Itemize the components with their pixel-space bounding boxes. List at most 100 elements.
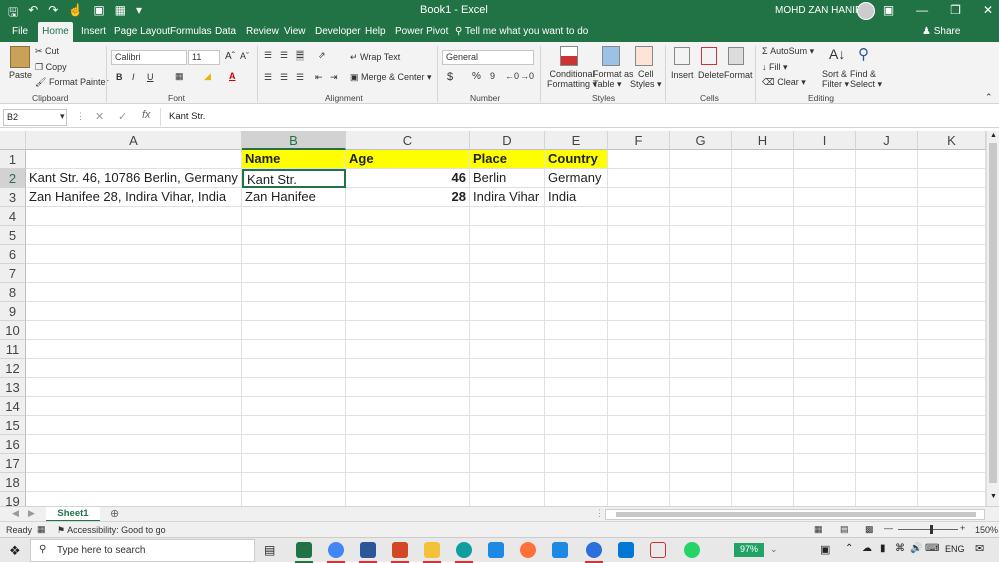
empty-cell[interactable] [732,340,794,359]
cell-A2[interactable]: Kant Str. 46, 10786 Berlin, Germany [26,169,242,188]
empty-cell[interactable] [794,169,856,188]
empty-cell[interactable] [608,340,670,359]
empty-cell[interactable] [346,473,470,492]
notification-icon[interactable]: ✉ [975,542,984,555]
empty-cell[interactable] [26,302,242,321]
empty-cell[interactable] [670,416,732,435]
empty-cell[interactable] [545,378,608,397]
empty-cell[interactable] [608,264,670,283]
column-header-D[interactable]: D [470,131,545,150]
empty-cell[interactable] [26,264,242,283]
row-header-10[interactable]: 10 [0,321,26,340]
decrease-decimal-icon[interactable]: →0 [520,71,534,81]
empty-cell[interactable] [346,435,470,454]
empty-cell[interactable] [470,397,545,416]
format-cells-icon[interactable] [728,47,744,65]
row-header-11[interactable]: 11 [0,340,26,359]
worksheet-grid[interactable]: A B C D E F G H I J K 1 2 3 4 5 6 7 8 9 10 11 12 13 1… [0,131,986,506]
empty-cell[interactable] [794,283,856,302]
file-explorer-taskbar-icon[interactable] [424,542,440,558]
word-taskbar-icon[interactable] [360,542,376,558]
empty-cell[interactable] [608,416,670,435]
cell-C1[interactable]: Age [346,150,470,169]
align-middle-icon[interactable]: ☰ [280,50,288,61]
empty-cell[interactable] [856,302,918,321]
empty-cell[interactable] [545,283,608,302]
empty-cell[interactable] [608,492,670,506]
empty-cell[interactable] [26,245,242,264]
empty-cell[interactable] [918,397,986,416]
wrap-text-button[interactable]: ↵ Wrap Text [350,52,400,63]
row-header-7[interactable]: 7 [0,264,26,283]
empty-cell[interactable] [918,416,986,435]
empty-cell[interactable] [918,150,986,169]
empty-cell[interactable] [670,169,732,188]
empty-cell[interactable] [918,340,986,359]
snipping-tool-taskbar-icon[interactable] [650,542,666,558]
row-header-6[interactable]: 6 [0,245,26,264]
empty-cell[interactable] [346,283,470,302]
empty-cell[interactable] [608,245,670,264]
show-hidden-icons[interactable]: ⌃ [845,543,853,554]
empty-cell[interactable] [794,473,856,492]
empty-cell[interactable] [670,435,732,454]
zoom-out-icon[interactable]: — [884,523,893,533]
empty-cell[interactable] [608,188,670,207]
currency-icon[interactable]: $ [447,71,453,83]
normal-view-icon[interactable]: ▦ [814,524,823,535]
taskbar-search[interactable]: ⚲ Type here to search [30,539,255,562]
comma-style-icon[interactable]: 9 [490,71,495,81]
cell-A3[interactable]: Zan Hanifee 28, Indira Vihar, India [26,188,242,207]
column-header-E[interactable]: E [545,131,608,150]
cell-styles-button[interactable]: Cell Styles ▾ [630,69,662,89]
empty-cell[interactable] [545,492,608,506]
empty-cell[interactable] [470,473,545,492]
wifi-icon[interactable]: ⌘ [895,543,905,554]
increase-indent-icon[interactable]: ⇥ [330,72,338,83]
align-right-icon[interactable]: ☰ [296,72,304,83]
empty-cell[interactable] [545,397,608,416]
empty-cell[interactable] [26,473,242,492]
sheet-tab-sheet1[interactable]: Sheet1 [46,507,100,522]
select-all-corner[interactable] [0,131,26,150]
align-bottom-icon[interactable]: ☰ [296,50,305,61]
empty-cell[interactable] [242,378,346,397]
battery-percent[interactable]: 97% [734,543,764,557]
column-header-B[interactable]: B [242,131,346,150]
l-app-taskbar-icon[interactable] [552,542,568,558]
empty-cell[interactable] [242,340,346,359]
empty-cell[interactable] [670,378,732,397]
empty-cell[interactable] [794,188,856,207]
row-header-3[interactable]: 3 [0,188,26,207]
empty-cell[interactable] [918,473,986,492]
empty-cell[interactable] [26,435,242,454]
empty-cell[interactable] [794,264,856,283]
empty-cell[interactable] [242,207,346,226]
font-color-icon[interactable]: A [229,71,236,81]
empty-cell[interactable] [242,435,346,454]
format-painter-button[interactable]: 🖌 Format Painter [35,77,108,88]
close-icon[interactable]: ✕ [983,3,993,17]
empty-cell[interactable] [856,207,918,226]
tab-insert[interactable]: Insert [81,26,106,37]
empty-cell[interactable] [346,416,470,435]
empty-cell[interactable] [732,264,794,283]
tab-help[interactable]: Help [365,26,386,37]
column-header-C[interactable]: C [346,131,470,150]
empty-cell[interactable] [608,302,670,321]
cloud-icon[interactable]: ☁ [862,543,872,554]
empty-cell[interactable] [470,492,545,506]
avatar[interactable] [857,2,875,20]
row-header-8[interactable]: 8 [0,283,26,302]
empty-cell[interactable] [470,378,545,397]
empty-cell[interactable] [670,283,732,302]
tab-page-layout[interactable]: Page Layout [114,26,170,37]
bold-button[interactable]: B [116,72,123,82]
tab-power-pivot[interactable]: Power Pivot [395,26,448,37]
row-header-4[interactable]: 4 [0,207,26,226]
empty-cell[interactable] [918,302,986,321]
empty-cell[interactable] [470,454,545,473]
horizontal-scrollbar[interactable] [605,509,985,520]
tab-data[interactable]: Data [215,26,236,37]
empty-cell[interactable] [346,340,470,359]
